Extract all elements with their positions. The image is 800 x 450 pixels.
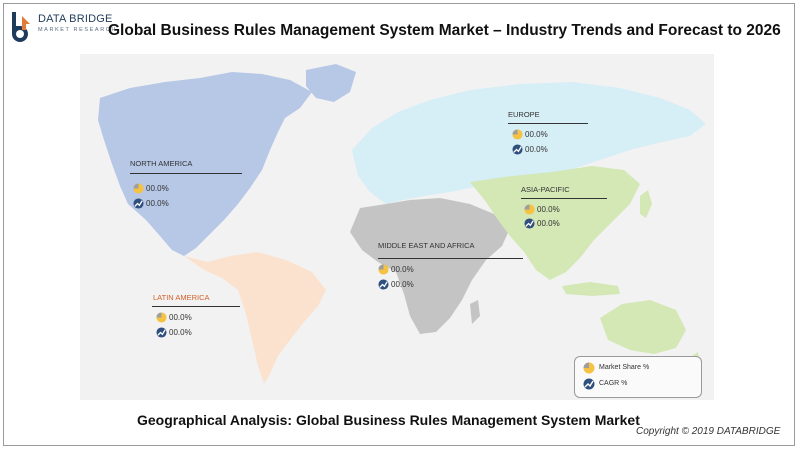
footer-title: Geographical Analysis: Global Business R…	[137, 412, 640, 428]
legend-market-share-label: Market Share %	[599, 364, 650, 371]
growth-trend-icon	[156, 327, 167, 338]
cagr-value: 00.0%	[525, 145, 548, 154]
australia-shape	[600, 300, 686, 354]
madagascar-shape	[470, 300, 480, 324]
greenland-shape	[306, 64, 356, 102]
pie-chart-icon	[512, 129, 523, 140]
region-label-north-america: NORTH AMERICA	[130, 159, 193, 168]
world-map-svg	[98, 64, 706, 384]
region-latin-america-shape	[184, 252, 326, 384]
legend-cagr-label: CAGR %	[599, 380, 628, 387]
region-label-asia-pacific: ASIA-PACIFIC	[521, 185, 570, 194]
market-share-value: 00.0%	[537, 205, 560, 214]
brand-name: DATA BRIDGE	[38, 13, 113, 25]
brand-tagline: MARKET RESEARCH	[38, 27, 117, 33]
cagr-value: 00.0%	[169, 328, 192, 337]
pie-chart-icon	[524, 204, 535, 215]
brand-logo-icon	[12, 12, 30, 42]
growth-trend-icon	[378, 279, 389, 290]
cagr-value: 00.0%	[537, 219, 560, 228]
region-label-middle-east-africa: MIDDLE EAST AND AFRICA	[378, 241, 475, 250]
growth-trend-icon	[524, 218, 535, 229]
cagr-value: 00.0%	[146, 199, 169, 208]
world-map	[80, 54, 714, 400]
region-label-europe: EUROPE	[508, 110, 540, 119]
growth-trend-icon	[583, 378, 595, 390]
cagr-value: 00.0%	[391, 280, 414, 289]
market-share-value: 00.0%	[391, 265, 414, 274]
japan-shape	[640, 190, 652, 218]
pie-chart-icon	[378, 264, 389, 275]
market-share-value: 00.0%	[525, 130, 548, 139]
map-legend: Market Share % CAGR %	[574, 356, 702, 398]
page-title: Global Business Rules Management System …	[108, 22, 781, 39]
market-share-value: 00.0%	[169, 313, 192, 322]
region-label-latin-america: LATIN AMERICA	[153, 293, 210, 302]
region-line-north-america	[130, 173, 242, 174]
indonesia-shape	[562, 282, 620, 296]
region-line-middle-east-africa	[378, 258, 523, 259]
copyright-text: Copyright © 2019 DATABRIDGE	[636, 426, 781, 437]
growth-trend-icon	[512, 144, 523, 155]
pie-chart-icon	[583, 362, 595, 374]
brand-logo: DATA BRIDGE MARKET RESEARCH	[8, 10, 118, 44]
region-line-europe	[508, 123, 588, 124]
growth-trend-icon	[133, 198, 144, 209]
pie-chart-icon	[156, 312, 167, 323]
market-share-value: 00.0%	[146, 184, 169, 193]
region-line-latin-america	[152, 306, 240, 307]
pie-chart-icon	[133, 183, 144, 194]
region-line-asia-pacific	[521, 198, 607, 199]
region-middle-east-africa-shape	[350, 198, 510, 334]
